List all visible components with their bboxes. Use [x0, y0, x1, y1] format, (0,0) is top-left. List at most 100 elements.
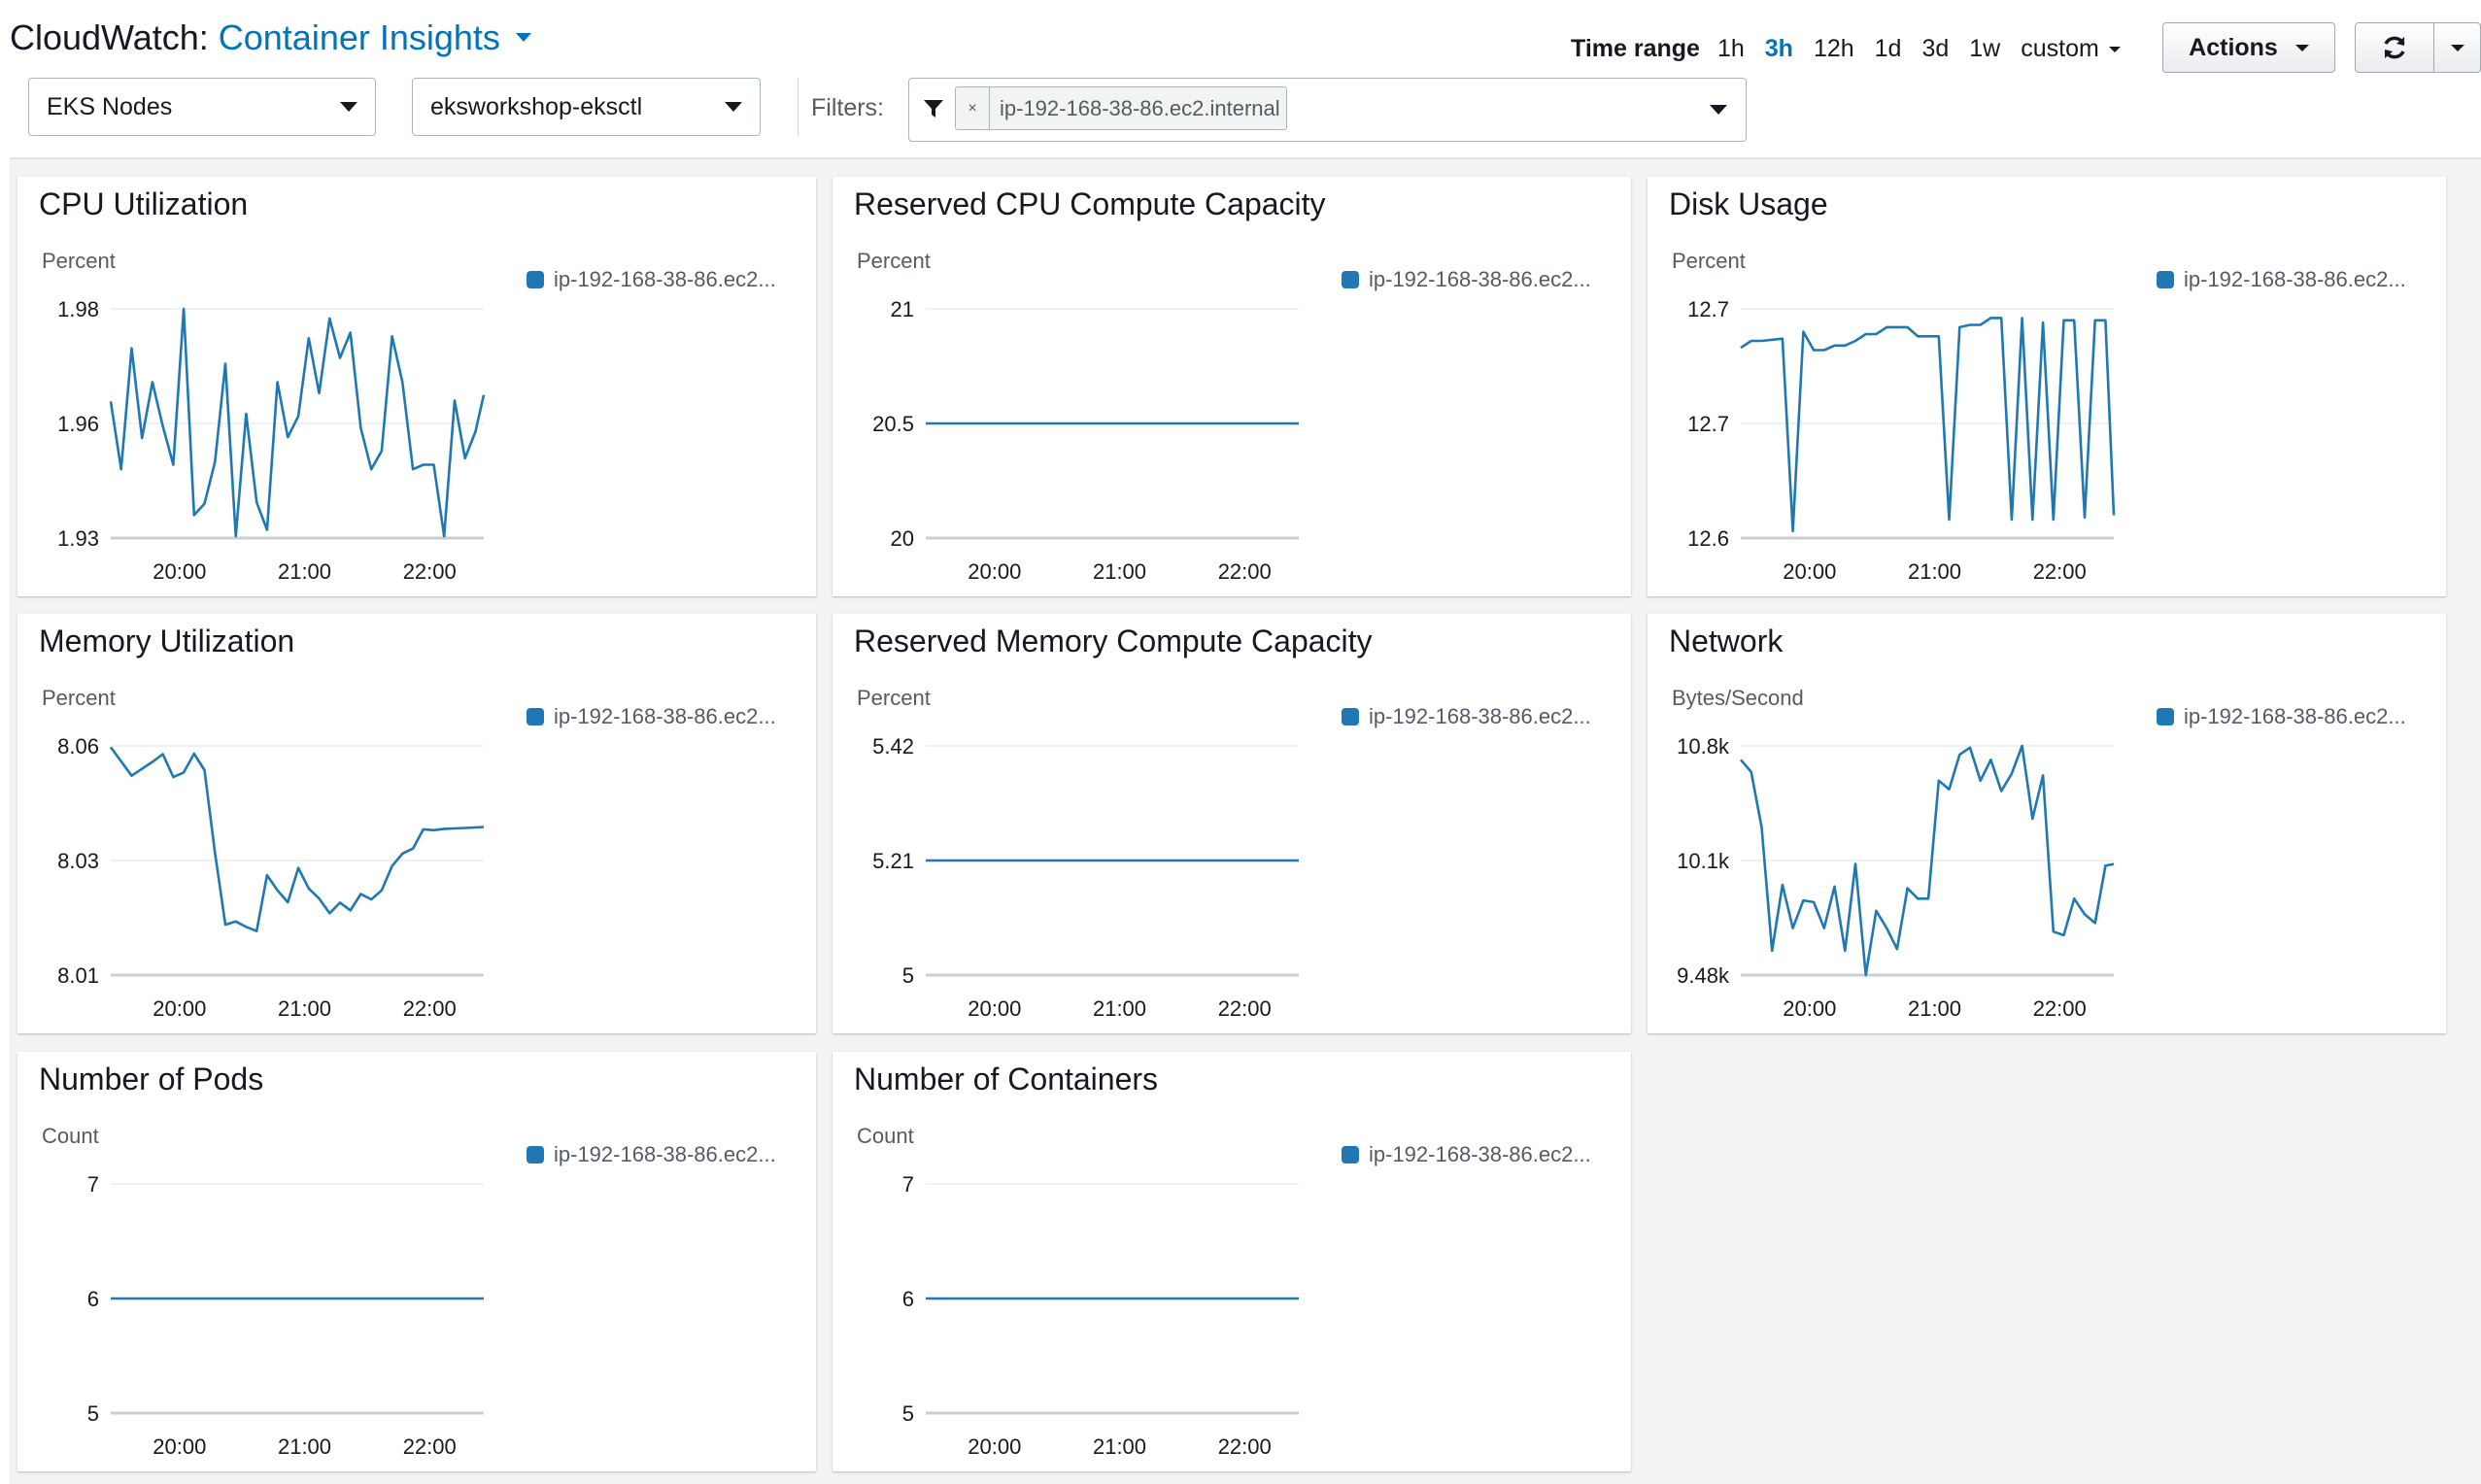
caret-down-icon	[2294, 44, 2309, 51]
time-range-selector: Time range 1h 3h 12h 1d 3d 1w custom	[1571, 31, 2121, 66]
line-chart: 8.06 8.03 8.01 20:00 21:00 22:00	[57, 734, 485, 1021]
x-tick-label: 22:00	[403, 559, 457, 584]
x-tick-label: 20:00	[968, 1434, 1021, 1459]
widget-reserved-memory[interactable]: Reserved Memory Compute Capacity Percent…	[833, 614, 1631, 1033]
time-option-1h[interactable]: 1h	[1717, 35, 1745, 63]
actions-button[interactable]: Actions	[2162, 22, 2335, 73]
y-tick-label: 1.93	[57, 526, 99, 551]
line-chart: 12.7 12.7 12.6 20:00 21:00 22:00	[1687, 297, 2116, 584]
widget-reserved-cpu[interactable]: Reserved CPU Compute Capacity Percent ip…	[833, 177, 1631, 596]
filter-token-label: ip-192-168-38-86.ec2.internal	[1000, 95, 1280, 120]
cluster-select[interactable]: eksworkshop-eksctl	[412, 78, 761, 136]
x-tick-label: 21:00	[1093, 559, 1146, 584]
widget-memory-utilization[interactable]: Memory Utilization Percent ip-192-168-38…	[17, 614, 816, 1033]
x-tick-label: 20:00	[153, 1434, 206, 1459]
x-tick-label: 21:00	[1908, 996, 1961, 1021]
series-line	[1740, 317, 2116, 533]
y-tick-label: 10.1k	[1677, 849, 1730, 873]
refresh-button-group	[2355, 22, 2481, 73]
widget-network[interactable]: Network Bytes/Second ip-192-168-38-86.ec…	[1648, 614, 2446, 1033]
service-name: CloudWatch:	[10, 17, 209, 57]
resource-type-select[interactable]: EKS Nodes	[28, 78, 376, 136]
refresh-button[interactable]	[2356, 23, 2434, 72]
y-tick-label: 7	[902, 1172, 914, 1197]
caret-down-icon	[2108, 46, 2121, 52]
line-chart: 21 20.5 20 20:00 21:00 22:00	[872, 297, 1299, 584]
y-tick-label: 6	[902, 1287, 914, 1311]
widget-number-of-containers[interactable]: Number of Containers Count ip-192-168-38…	[833, 1052, 1631, 1471]
line-chart: 7 6 5 20:00 21:00 22:00	[902, 1172, 1299, 1459]
filters-label: Filters:	[811, 94, 884, 121]
widget-number-of-pods[interactable]: Number of Pods Count ip-192-168-38-86.ec…	[17, 1052, 816, 1471]
funnel-icon	[924, 100, 943, 118]
y-tick-label: 1.96	[57, 412, 99, 436]
line-chart: 5.42 5.21 5 20:00 21:00 22:00	[872, 734, 1299, 1021]
x-tick-label: 21:00	[278, 1434, 331, 1459]
widget-cpu-utilization[interactable]: CPU Utilization Percent ip-192-168-38-86…	[17, 177, 816, 596]
caret-down-icon	[340, 102, 357, 112]
x-tick-label: 22:00	[1218, 1434, 1272, 1459]
page-title: CloudWatch: Container Insights	[10, 17, 531, 58]
x-tick-label: 20:00	[153, 559, 206, 584]
y-tick-label: 6	[87, 1287, 99, 1311]
y-tick-label: 21	[891, 297, 914, 321]
filter-dropdown-icon[interactable]	[1710, 105, 1727, 115]
x-tick-label: 20:00	[968, 996, 1021, 1021]
series-line	[109, 746, 485, 933]
y-tick-label: 8.01	[57, 963, 99, 988]
caret-down-icon	[725, 102, 742, 112]
x-tick-label: 22:00	[2033, 996, 2087, 1021]
time-range-label: Time range	[1571, 34, 1700, 62]
line-chart: 1.98 1.96 1.93 20:00 21:00 22:00	[57, 297, 486, 584]
y-tick-label: 7	[87, 1172, 99, 1197]
x-tick-label: 22:00	[1218, 996, 1272, 1021]
widget-disk-usage[interactable]: Disk Usage Percent ip-192-168-38-86.ec2.…	[1648, 177, 2446, 596]
actions-label: Actions	[2189, 33, 2278, 61]
x-tick-label: 21:00	[1908, 559, 1961, 584]
time-option-1d[interactable]: 1d	[1875, 35, 1902, 63]
caret-down-icon	[2450, 44, 2464, 51]
dashboard-selector[interactable]: Container Insights	[219, 17, 531, 57]
chevron-down-icon	[515, 32, 531, 42]
y-tick-label: 8.03	[57, 849, 99, 873]
x-tick-label: 20:00	[968, 559, 1021, 584]
line-chart: 7 6 5 20:00 21:00 22:00	[87, 1172, 484, 1459]
remove-filter-icon[interactable]: ×	[956, 87, 990, 129]
time-option-3d[interactable]: 3d	[1921, 35, 1949, 63]
y-tick-label: 12.7	[1687, 297, 1729, 321]
x-tick-label: 22:00	[1218, 559, 1272, 584]
filter-token: × ip-192-168-38-86.ec2.internal	[955, 86, 1287, 130]
time-option-3h[interactable]: 3h	[1765, 35, 1793, 63]
y-tick-label: 20	[891, 526, 914, 551]
y-tick-label: 9.48k	[1677, 963, 1730, 988]
x-tick-label: 21:00	[1093, 1434, 1146, 1459]
x-tick-label: 22:00	[2033, 559, 2087, 584]
y-tick-label: 5	[902, 1401, 914, 1426]
y-tick-label: 12.7	[1687, 412, 1729, 436]
x-tick-label: 20:00	[153, 996, 206, 1021]
y-tick-label: 5	[87, 1401, 99, 1426]
x-tick-label: 20:00	[1783, 559, 1836, 584]
x-tick-label: 21:00	[278, 559, 331, 584]
x-tick-label: 21:00	[1093, 996, 1146, 1021]
time-option-custom[interactable]: custom	[2021, 35, 2121, 63]
y-tick-label: 10.8k	[1677, 734, 1730, 759]
custom-label: custom	[2021, 34, 2099, 62]
refresh-options-button[interactable]	[2434, 44, 2480, 51]
y-tick-label: 8.06	[57, 734, 99, 759]
x-tick-label: 22:00	[403, 996, 457, 1021]
time-option-12h[interactable]: 12h	[1814, 35, 1854, 63]
cluster-value: eksworkshop-eksctl	[430, 92, 643, 120]
y-tick-label: 5.21	[872, 849, 914, 873]
x-tick-label: 22:00	[403, 1434, 457, 1459]
line-chart: 10.8k 10.1k 9.48k 20:00 21:00 22:00	[1677, 734, 2115, 1021]
refresh-icon	[2384, 36, 2405, 59]
time-option-1w[interactable]: 1w	[1969, 35, 2000, 63]
y-tick-label: 5	[902, 963, 914, 988]
resource-type-value: EKS Nodes	[47, 92, 173, 120]
x-tick-label: 20:00	[1783, 996, 1836, 1021]
x-tick-label: 21:00	[278, 996, 331, 1021]
y-tick-label: 1.98	[57, 297, 99, 321]
series-line	[109, 307, 486, 538]
y-tick-label: 5.42	[872, 734, 914, 759]
